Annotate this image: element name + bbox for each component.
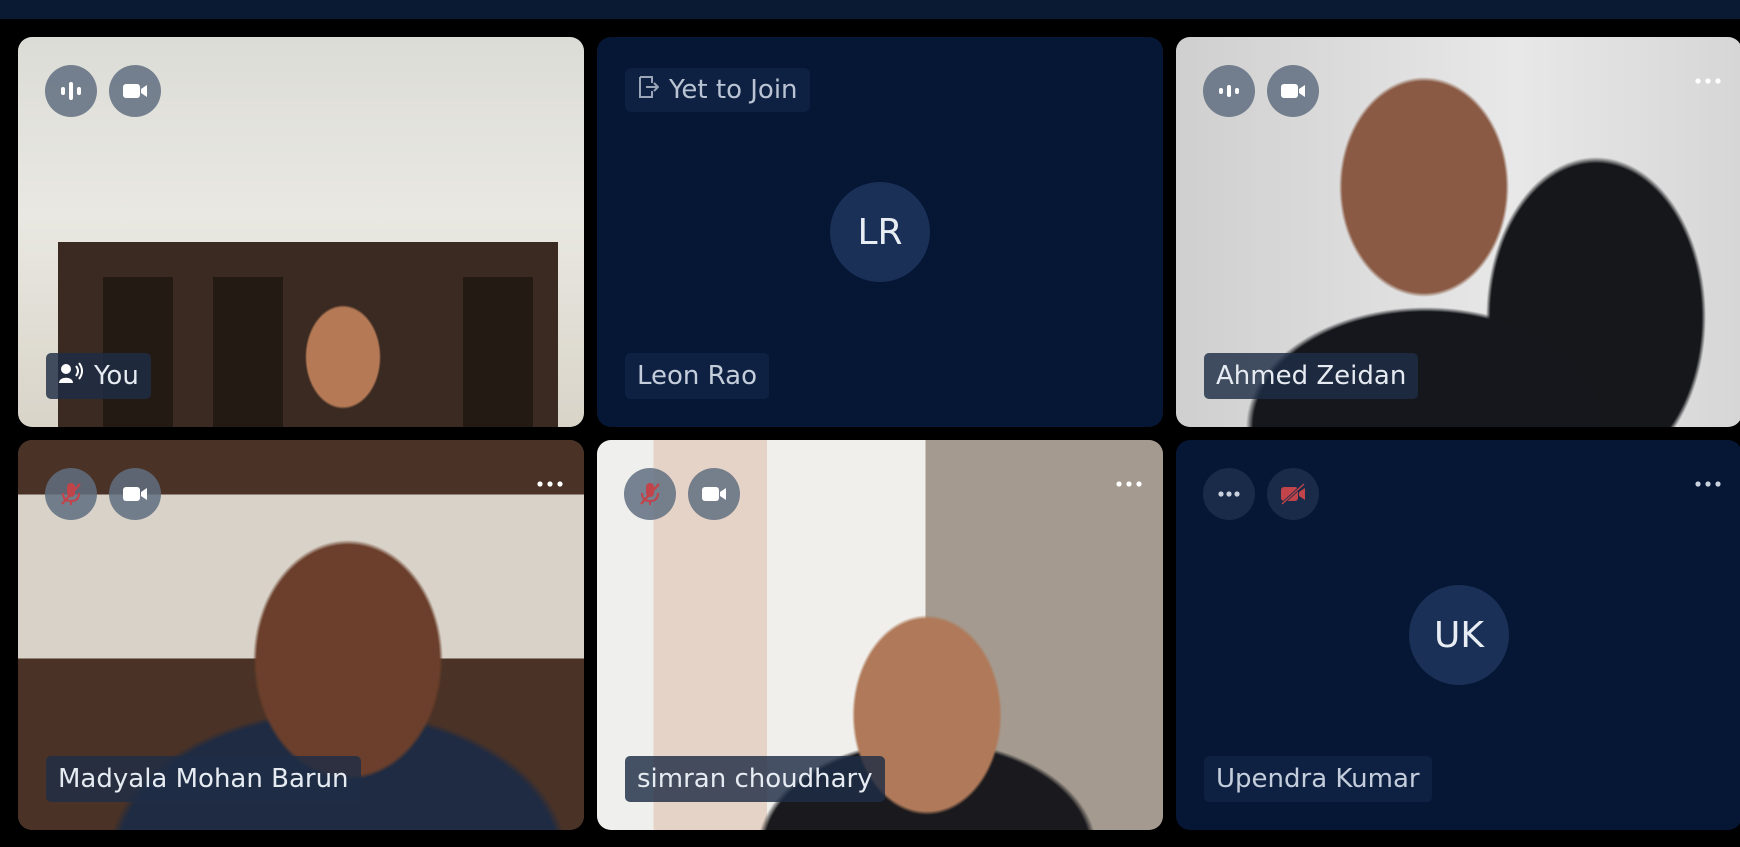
- participant-name: simran choudhary: [637, 764, 873, 794]
- more-options-icon[interactable]: [1688, 474, 1728, 494]
- participant-name-label: Ahmed Zeidan: [1204, 353, 1419, 399]
- tile-controls: [45, 65, 161, 117]
- participant-tile-ahmed-zeidan[interactable]: Ahmed Zeidan: [1176, 37, 1740, 427]
- participant-name: Madyala Mohan Barun: [58, 764, 349, 794]
- join-status-badge: Yet to Join: [625, 68, 810, 112]
- avatar: LR: [830, 182, 930, 282]
- participant-tile-upendra-kumar[interactable]: UK Upendra Kumar: [1176, 440, 1740, 830]
- participant-name-label: Upendra Kumar: [1204, 756, 1432, 802]
- tile-controls: [624, 468, 740, 520]
- video-camera-icon[interactable]: [109, 65, 161, 117]
- join-status-text: Yet to Join: [669, 75, 798, 105]
- participant-tile-you[interactable]: You: [18, 37, 584, 427]
- audio-level-icon[interactable]: [1203, 65, 1255, 117]
- video-camera-off-icon[interactable]: [1267, 468, 1319, 520]
- participant-name-label: Madyala Mohan Barun: [46, 756, 361, 802]
- tile-controls: [1203, 65, 1319, 117]
- video-camera-icon[interactable]: [688, 468, 740, 520]
- participant-name: Ahmed Zeidan: [1216, 361, 1407, 391]
- exit-door-icon: [637, 75, 660, 106]
- participant-tile-madyala-mohan-barun[interactable]: Madyala Mohan Barun: [18, 440, 584, 830]
- participant-name-label: You: [46, 353, 151, 399]
- participant-name: Upendra Kumar: [1216, 764, 1420, 794]
- audio-level-icon[interactable]: [45, 65, 97, 117]
- participant-name-label: simran choudhary: [625, 756, 885, 802]
- more-options-icon[interactable]: [1688, 71, 1728, 91]
- participant-name: You: [94, 361, 139, 391]
- participant-tile-simran-choudhary[interactable]: simran choudhary: [597, 440, 1163, 830]
- video-camera-icon[interactable]: [1267, 65, 1319, 117]
- participant-tile-leon-rao[interactable]: Yet to Join LR Leon Rao: [597, 37, 1163, 427]
- participant-grid: You Yet to Join LR Leon Rao Ahmed Zeidan…: [18, 37, 1740, 830]
- more-options-icon[interactable]: [1109, 474, 1149, 494]
- participant-name: Leon Rao: [637, 361, 758, 391]
- participant-name-label: Leon Rao: [625, 353, 770, 399]
- tile-controls: [1203, 468, 1319, 520]
- more-dots-icon[interactable]: [1203, 468, 1255, 520]
- microphone-muted-icon[interactable]: [45, 468, 97, 520]
- microphone-muted-icon[interactable]: [624, 468, 676, 520]
- top-bar: [0, 0, 1740, 19]
- tile-controls: [45, 468, 161, 520]
- video-camera-icon[interactable]: [109, 468, 161, 520]
- speaker-icon: [58, 361, 84, 391]
- avatar: UK: [1409, 585, 1509, 685]
- more-options-icon[interactable]: [530, 474, 570, 494]
